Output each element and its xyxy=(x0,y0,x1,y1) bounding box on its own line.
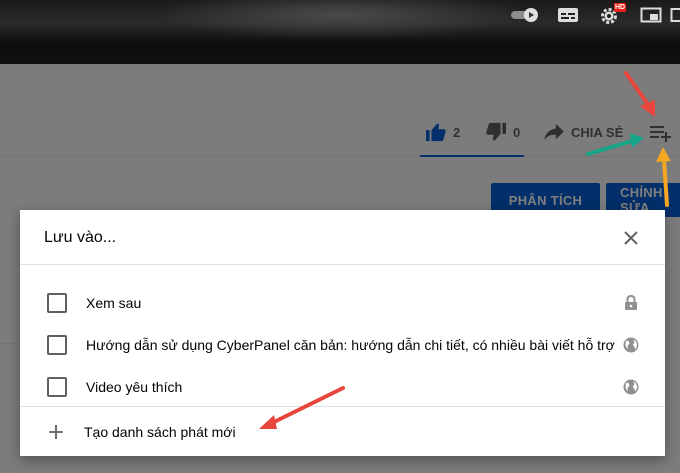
miniplayer-icon xyxy=(640,7,662,23)
autoplay-toggle-icon xyxy=(511,8,538,22)
subtitles-icon xyxy=(558,8,578,22)
playlist-list: Xem sau Hướng dẫn sử dụng CyberPanel căn… xyxy=(20,265,665,407)
close-button[interactable] xyxy=(619,226,643,250)
create-playlist-label: Tạo danh sách phát mới xyxy=(84,424,236,440)
playlist-checkbox[interactable] xyxy=(47,293,67,313)
list-item[interactable]: Video yêu thích xyxy=(20,367,665,407)
playlist-checkbox[interactable] xyxy=(47,377,67,397)
list-item[interactable]: Xem sau xyxy=(20,283,665,323)
subtitles-button[interactable] xyxy=(553,0,583,30)
hd-badge: HD xyxy=(614,3,627,12)
save-to-dialog: Lưu vào... Xem sau Hướng dẫn sử dụng Cyb… xyxy=(20,210,665,456)
globe-icon xyxy=(623,337,639,353)
playlist-label: Video yêu thích xyxy=(86,379,183,395)
playlist-label: Hướng dẫn sử dụng CyberPanel căn bản: hư… xyxy=(86,337,615,353)
lock-icon xyxy=(623,295,639,311)
plus-icon xyxy=(49,425,63,439)
theater-mode-button[interactable] xyxy=(670,0,680,30)
miniplayer-button[interactable] xyxy=(636,0,666,30)
video-player[interactable]: HD xyxy=(0,0,680,64)
playlist-label: Xem sau xyxy=(86,295,142,311)
video-frame-highlight xyxy=(150,0,530,40)
list-item[interactable]: Hướng dẫn sử dụng CyberPanel căn bản: hư… xyxy=(20,325,665,365)
autoplay-toggle[interactable] xyxy=(507,0,543,30)
dialog-header: Lưu vào... xyxy=(20,210,665,265)
create-new-playlist-button[interactable]: Tạo danh sách phát mới xyxy=(20,408,665,456)
playlist-checkbox[interactable] xyxy=(47,335,67,355)
theater-icon xyxy=(670,8,680,22)
settings-button[interactable]: HD xyxy=(595,0,627,30)
close-icon xyxy=(624,231,638,245)
dialog-title: Lưu vào... xyxy=(44,229,117,246)
globe-icon xyxy=(623,379,639,395)
